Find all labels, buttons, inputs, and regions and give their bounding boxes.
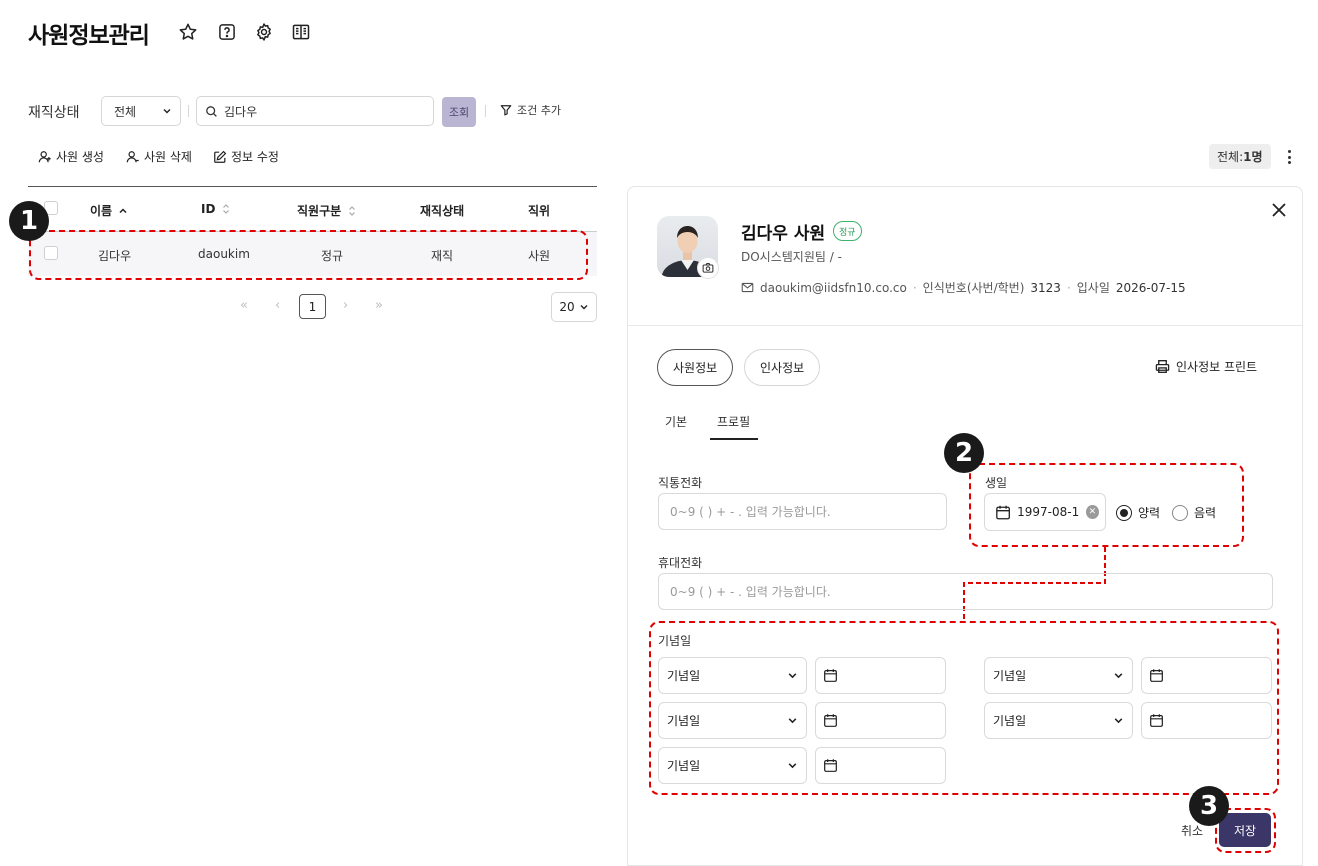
column-header-type-label: 직원구분 — [297, 204, 342, 218]
printer-icon — [1155, 360, 1170, 373]
employee-department: DO시스템지원팀 / - — [741, 250, 842, 264]
total-count-badge: 전체: 1명 — [1209, 144, 1271, 169]
direct-phone-input[interactable]: 0~9 ( ) + - . 입력 가능합니다. — [658, 493, 947, 530]
table-top-border — [28, 186, 597, 187]
annotation-box-anniversary — [649, 621, 1279, 795]
direct-phone-placeholder: 0~9 ( ) + - . 입력 가능합니다. — [670, 505, 831, 519]
mobile-label: 휴대전화 — [658, 556, 703, 570]
employee-email: daoukim@iidsfn10.co.co — [760, 280, 907, 295]
edit-info-label: 정보 수정 — [231, 150, 279, 164]
employee-id-label: 인식번호(사번/학번) — [922, 281, 1025, 295]
search-input[interactable]: 김다우 — [196, 96, 434, 126]
subtab-basic[interactable]: 기본 — [665, 413, 687, 430]
status-select-value: 전체 — [114, 104, 137, 119]
status-select[interactable]: 전체 — [101, 96, 181, 126]
employee-name: 김다우 사원 — [741, 224, 826, 244]
edit-icon — [214, 150, 227, 163]
column-header-status-label: 재직상태 — [420, 204, 465, 218]
column-header-name[interactable]: 이름 — [90, 202, 128, 219]
column-header-type[interactable]: 직원구분 — [297, 202, 357, 219]
search-icon — [206, 105, 217, 117]
mail-icon — [741, 282, 754, 293]
divider — [188, 105, 189, 117]
join-date-value: 2026-07-15 — [1115, 280, 1186, 295]
total-label: 전체: — [1217, 150, 1244, 164]
first-page-icon[interactable]: « — [240, 298, 248, 313]
remove-user-icon — [126, 150, 139, 162]
help-icon[interactable] — [216, 21, 238, 43]
add-user-icon — [38, 150, 51, 162]
annotation-number-3: 3 — [1189, 786, 1229, 826]
employee-meta: daoukim@iidsfn10.co.co · 인식번호(사번/학번) 312… — [741, 279, 1186, 296]
employee-id-value: 3123 — [1030, 280, 1061, 295]
divider — [485, 105, 486, 117]
gear-icon[interactable] — [253, 21, 275, 43]
more-vertical-icon[interactable] — [1281, 147, 1297, 167]
subtab-active-indicator — [710, 438, 758, 440]
next-page-icon[interactable]: › — [343, 298, 348, 313]
column-header-id-label: ID — [201, 202, 216, 216]
column-header-position: 직위 — [528, 202, 550, 219]
annotation-box-2 — [969, 463, 1244, 547]
status-filter-label: 재직상태 — [28, 105, 80, 121]
annotation-box-1 — [29, 230, 588, 280]
star-icon[interactable] — [177, 21, 199, 43]
print-hr-button[interactable]: 인사정보 프린트 — [1155, 358, 1257, 375]
column-header-id[interactable]: ID — [201, 202, 231, 216]
employee-type-badge: 정규 — [833, 221, 862, 241]
page-title: 사원정보관리 — [28, 23, 150, 49]
current-page-button[interactable]: 1 — [299, 294, 326, 319]
column-header-name-label: 이름 — [90, 204, 113, 218]
delete-employee-button[interactable]: 사원 삭제 — [126, 148, 192, 165]
per-page-select[interactable]: 20 — [551, 292, 597, 322]
chevron-down-icon — [580, 305, 588, 310]
per-page-value: 20 — [559, 300, 575, 314]
sort-icon — [349, 205, 356, 216]
add-condition-label: 조건 추가 — [517, 104, 561, 117]
print-hr-label: 인사정보 프린트 — [1176, 360, 1258, 374]
book-icon[interactable] — [290, 21, 312, 43]
column-header-position-label: 직위 — [528, 204, 551, 218]
annotation-number-2: 2 — [944, 433, 984, 473]
filter-icon — [500, 105, 512, 116]
last-page-icon[interactable]: » — [375, 298, 383, 313]
search-input-value: 김다우 — [224, 104, 258, 119]
join-date-label: 입사일 — [1076, 281, 1110, 295]
mobile-placeholder: 0~9 ( ) + - . 입력 가능합니다. — [670, 585, 831, 599]
delete-employee-label: 사원 삭제 — [144, 150, 192, 164]
column-header-status: 재직상태 — [420, 202, 464, 219]
cancel-button[interactable]: 취소 — [1181, 822, 1203, 839]
total-value: 1명 — [1243, 150, 1263, 164]
edit-info-button[interactable]: 정보 수정 — [213, 148, 279, 165]
chevron-down-icon — [163, 109, 171, 114]
mobile-input[interactable]: 0~9 ( ) + - . 입력 가능합니다. — [658, 573, 1273, 610]
create-employee-label: 사원 생성 — [56, 150, 104, 164]
create-employee-button[interactable]: 사원 생성 — [38, 148, 104, 165]
panel-divider — [628, 325, 1302, 326]
prev-page-icon[interactable]: ‹ — [275, 298, 280, 313]
search-button[interactable]: 조회 — [442, 97, 476, 127]
camera-icon[interactable] — [697, 257, 719, 279]
tab-hr-info[interactable]: 인사정보 — [744, 349, 821, 386]
tab-employee-info[interactable]: 사원정보 — [657, 349, 734, 386]
add-condition-button[interactable]: 조건 추가 — [500, 102, 561, 118]
annotation-number-1: 1 — [9, 201, 49, 241]
subtab-profile[interactable]: 프로필 — [717, 413, 750, 430]
close-icon[interactable] — [1270, 201, 1288, 219]
sort-icon — [223, 204, 230, 214]
sort-up-icon — [119, 207, 127, 213]
direct-phone-label: 직통전화 — [658, 476, 703, 490]
